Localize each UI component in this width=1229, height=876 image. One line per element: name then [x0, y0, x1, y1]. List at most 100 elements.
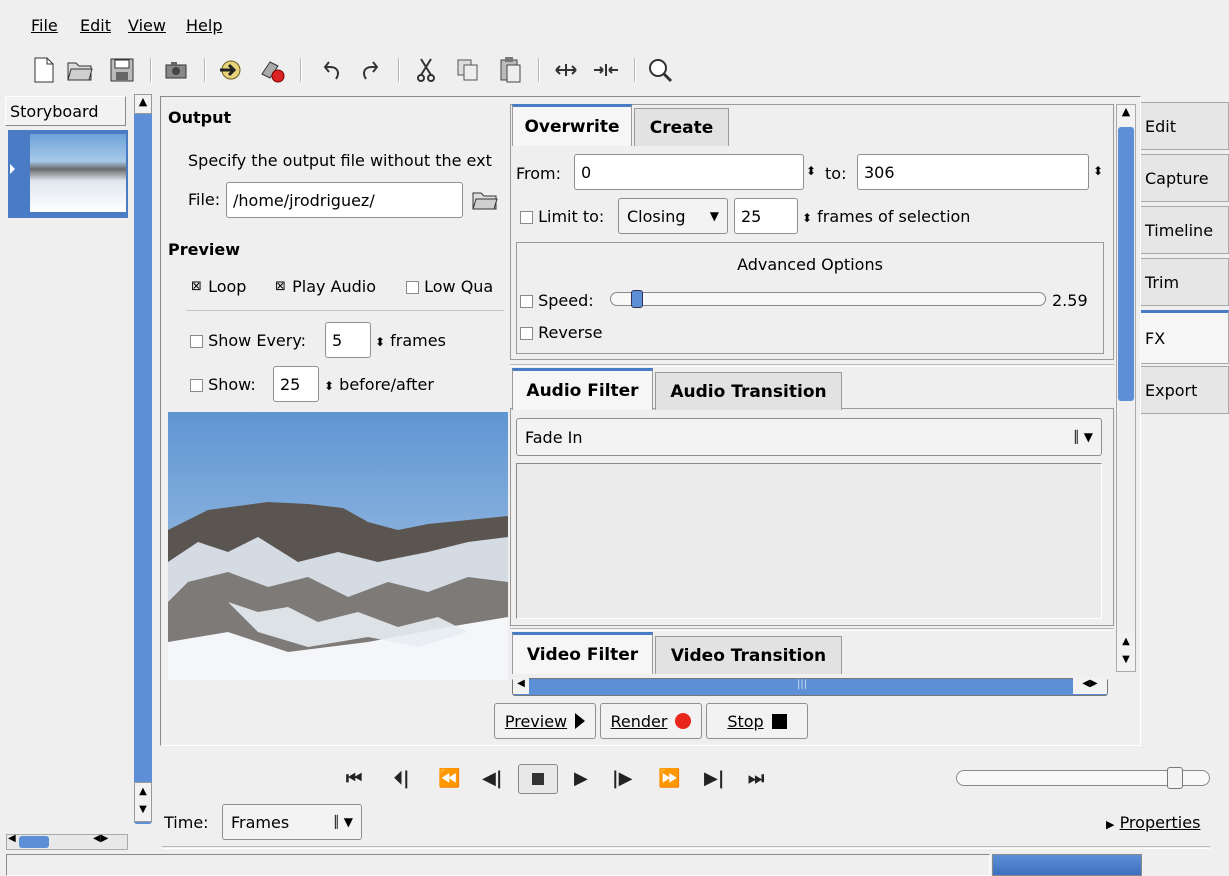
- redo-icon[interactable]: [354, 54, 386, 86]
- browse-folder-icon[interactable]: [472, 190, 498, 214]
- speed-value: 2.59: [1052, 291, 1088, 310]
- from-label: From:: [516, 164, 562, 183]
- dropdown-icon: ║ ▼: [1072, 430, 1093, 444]
- play-audio-checkbox[interactable]: ⊠ Play Audio: [274, 277, 376, 296]
- tab-video-filter[interactable]: Video Filter: [512, 632, 653, 674]
- clip-thumbnail: [30, 134, 126, 212]
- reverse-checkbox[interactable]: Reverse: [520, 323, 602, 342]
- start-icon[interactable]: ⏮: [346, 764, 362, 792]
- zoom-icon[interactable]: [644, 54, 676, 86]
- next-frame-icon[interactable]: |▶: [612, 764, 632, 792]
- time-mode-select[interactable]: Frames ║ ▼: [222, 804, 362, 840]
- export-edit-icon[interactable]: [256, 54, 288, 86]
- splitter[interactable]: [510, 364, 1114, 367]
- storyboard-tab[interactable]: Storyboard: [5, 96, 126, 126]
- render-button[interactable]: Render: [600, 703, 702, 739]
- show-spinner[interactable]: ⬍ before/after: [324, 375, 434, 394]
- open-folder-icon[interactable]: [64, 54, 96, 86]
- camera-icon[interactable]: [160, 54, 192, 86]
- scroll-leftright-icon[interactable]: ◀▶: [93, 833, 108, 844]
- end-icon[interactable]: ⏭: [748, 764, 764, 792]
- play-icon[interactable]: ▶: [574, 764, 588, 792]
- low-quality-checkbox[interactable]: Low Qua: [406, 277, 493, 296]
- scroll-grip: |||: [797, 679, 808, 690]
- status-bar: [6, 854, 990, 876]
- menu-file[interactable]: File: [31, 16, 58, 35]
- storyboard-scrollbar[interactable]: [134, 94, 152, 824]
- limit-checkbox[interactable]: Limit to:: [520, 207, 604, 226]
- scroll-updown-icon[interactable]: ▲ ▼: [1117, 633, 1135, 671]
- preview-button[interactable]: Preview: [494, 703, 596, 739]
- position-slider-handle[interactable]: [1167, 767, 1183, 789]
- next-scene-icon[interactable]: ▶|: [704, 764, 724, 792]
- scroll-up-icon[interactable]: ▲: [1117, 105, 1135, 125]
- menu-edit[interactable]: Edit: [80, 16, 111, 35]
- stop-transport-button[interactable]: [518, 764, 558, 794]
- storyboard-hscroll[interactable]: ◀ ◀▶: [6, 833, 128, 850]
- copy-icon[interactable]: [452, 54, 484, 86]
- side-tab-export[interactable]: Export: [1141, 366, 1229, 414]
- audio-filter-options: [516, 463, 1102, 619]
- fx-vscrollbar[interactable]: ▲ ▲ ▼: [1116, 104, 1136, 672]
- from-input[interactable]: 0: [574, 154, 804, 190]
- limit-spinner[interactable]: ⬍ frames of selection: [802, 207, 970, 226]
- import-icon[interactable]: [214, 54, 246, 86]
- show-checkbox[interactable]: Show:: [190, 375, 256, 394]
- to-spinner-icon[interactable]: ⬍: [1093, 164, 1103, 178]
- scroll-left-icon[interactable]: ◀: [8, 833, 16, 844]
- speed-slider[interactable]: [610, 290, 1046, 308]
- show-every-checkbox[interactable]: Show Every:: [190, 331, 306, 350]
- split-icon[interactable]: [590, 54, 622, 86]
- audio-filter-select[interactable]: Fade In ║ ▼: [516, 418, 1102, 456]
- tab-overwrite[interactable]: Overwrite: [512, 104, 632, 146]
- limit-value-input[interactable]: 25: [734, 198, 798, 234]
- file-input[interactable]: /home/jrodriguez/: [226, 182, 463, 218]
- tab-create[interactable]: Create: [634, 108, 729, 146]
- menu-help[interactable]: Help: [186, 16, 222, 35]
- side-tab-capture[interactable]: Capture: [1141, 154, 1229, 202]
- side-tab-trim[interactable]: Trim: [1141, 258, 1229, 306]
- dropdown-icon: ▼: [709, 209, 719, 223]
- tab-audio-transition[interactable]: Audio Transition: [655, 372, 842, 410]
- stop-button[interactable]: Stop: [706, 703, 808, 739]
- properties-toggle[interactable]: ▶ Properties: [1106, 813, 1200, 832]
- side-tab-fx[interactable]: FX: [1141, 310, 1229, 364]
- dropdown-icon: ║ ▼: [332, 815, 353, 829]
- clip-arrow-icon: [10, 164, 15, 174]
- prev-frame-icon[interactable]: ◀|: [482, 764, 502, 792]
- to-input[interactable]: 306: [857, 154, 1089, 190]
- limit-mode-select[interactable]: Closing ▼: [618, 198, 728, 234]
- show-input[interactable]: 25: [273, 366, 319, 402]
- fx-hscrollbar[interactable]: ◀ ||| ◀▶: [512, 678, 1108, 696]
- output-description: Specify the output file without the ext: [188, 151, 492, 170]
- show-every-spinner[interactable]: ⬍ frames: [375, 331, 446, 350]
- fx-vscroll-thumb[interactable]: [1118, 127, 1134, 401]
- position-slider[interactable]: [956, 767, 1210, 789]
- scroll-leftright-icon[interactable]: ◀▶: [1073, 678, 1107, 694]
- side-tab-edit[interactable]: Edit: [1141, 102, 1229, 150]
- new-file-icon[interactable]: [28, 54, 60, 86]
- tab-video-transition[interactable]: Video Transition: [655, 636, 842, 674]
- tab-audio-filter[interactable]: Audio Filter: [512, 368, 653, 410]
- undo-icon[interactable]: [316, 54, 348, 86]
- scroll-up-icon[interactable]: ▲: [134, 94, 152, 114]
- splitter[interactable]: [510, 628, 1114, 631]
- menu-view[interactable]: View: [128, 16, 166, 35]
- scroll-updown-icon[interactable]: ▲ ▼: [134, 782, 152, 822]
- speed-checkbox[interactable]: Speed:: [520, 291, 594, 310]
- show-every-input[interactable]: 5: [325, 322, 371, 358]
- progress-bar: [992, 854, 1142, 876]
- speed-slider-handle[interactable]: [631, 290, 643, 308]
- rewind-icon[interactable]: ⏪: [438, 764, 460, 792]
- cut-icon[interactable]: [410, 54, 442, 86]
- scroll-left-icon[interactable]: ◀: [513, 678, 529, 694]
- prev-scene-icon[interactable]: ⏴|: [394, 764, 410, 792]
- from-spinner-icon[interactable]: ⬍: [806, 164, 816, 178]
- storyboard-clip[interactable]: [8, 130, 128, 218]
- paste-icon[interactable]: [494, 54, 526, 86]
- fast-forward-icon[interactable]: ⏩: [658, 764, 680, 792]
- loop-checkbox[interactable]: ⊠ Loop: [190, 277, 246, 296]
- side-tab-timeline[interactable]: Timeline: [1141, 206, 1229, 254]
- expand-icon[interactable]: [550, 54, 582, 86]
- save-icon[interactable]: [106, 54, 138, 86]
